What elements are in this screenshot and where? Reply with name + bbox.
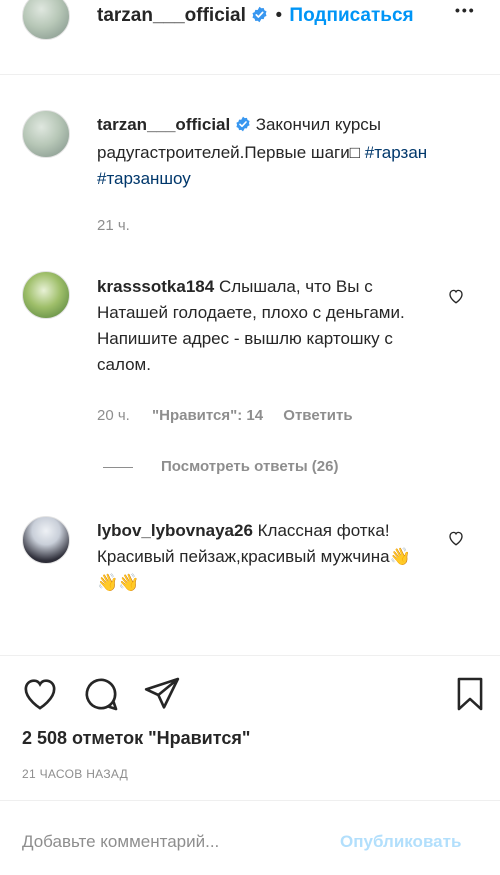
comment-meta: 20 ч. "Нравится": 14 Ответить <box>97 407 353 424</box>
replies-line <box>103 466 133 468</box>
comment-time[interactable]: 20 ч. <box>97 407 130 424</box>
view-replies-label[interactable]: Посмотреть ответы (26) <box>161 458 338 475</box>
likes-count[interactable]: 2 508 отметок "Нравится" <box>22 728 250 749</box>
reply-button[interactable]: Ответить <box>283 407 352 424</box>
hashtag-link[interactable]: #тарзан <box>365 143 427 162</box>
commenter-avatar[interactable] <box>22 516 70 564</box>
verified-badge-icon <box>235 114 251 140</box>
share-plane-icon[interactable] <box>142 674 182 719</box>
more-options-icon[interactable]: ••• <box>455 2 476 18</box>
post-timestamp[interactable]: 21 ЧАСОВ НАЗАД <box>22 767 128 781</box>
caption-username[interactable]: tarzan___official <box>97 115 230 134</box>
caption-time[interactable]: 21 ч. <box>97 217 130 234</box>
caption-block: tarzan___official Закончил курсы радугас… <box>97 112 457 192</box>
follow-button[interactable]: Подписаться <box>289 5 413 26</box>
comment-bubble-icon[interactable] <box>81 674 121 719</box>
commenter-avatar[interactable] <box>22 271 70 319</box>
view-replies-button[interactable]: Посмотреть ответы (26) <box>103 458 338 475</box>
comment-username[interactable]: lybov_lybovnaya26 <box>97 521 253 540</box>
actions-divider <box>0 655 500 656</box>
comment-box-divider <box>0 800 500 801</box>
hashtag-link[interactable]: #тарзаншоу <box>97 169 191 188</box>
comment-like-heart-icon[interactable] <box>447 529 465 547</box>
publish-button[interactable]: Опубликовать <box>340 832 461 852</box>
post-header: tarzan___official • Подписаться <box>97 5 414 29</box>
header-divider <box>0 74 500 75</box>
comment-input[interactable]: Добавьте комментарий... <box>22 832 219 852</box>
like-heart-icon[interactable] <box>20 674 60 719</box>
caption-glyph: □ <box>349 143 361 162</box>
comment-likes[interactable]: "Нравится": 14 <box>152 407 263 424</box>
verified-badge-icon <box>251 6 268 29</box>
header-separator: • <box>275 5 283 26</box>
header-avatar[interactable] <box>22 0 70 40</box>
header-username[interactable]: tarzan___official <box>97 5 246 26</box>
comment-like-heart-icon[interactable] <box>447 287 465 305</box>
caption-avatar[interactable] <box>22 110 70 158</box>
comment: lybov_lybovnaya26 Классная фотка!Красивы… <box>97 518 427 596</box>
comment-username[interactable]: krasssotka184 <box>97 277 214 296</box>
comment: krasssotka184 Слышала, что Вы с Наташей … <box>97 274 427 378</box>
bookmark-icon[interactable] <box>451 674 489 719</box>
